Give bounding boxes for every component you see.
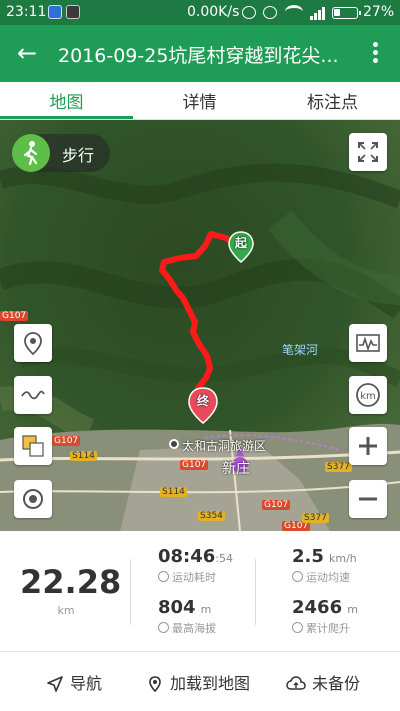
tab-details[interactable]: 详情 [133, 88, 266, 113]
active-tab-indicator [0, 116, 133, 119]
speed-stat: 2.5 km/h 运动均速 [292, 546, 357, 585]
load-to-map-label: 加载到地图 [170, 674, 251, 693]
start-marker-label: 起 [235, 236, 248, 250]
wave-icon [21, 390, 45, 400]
total-distance-unit: km [57, 604, 75, 617]
backup-label: 未备份 [312, 674, 361, 693]
km-marker-button[interactable]: km [349, 376, 387, 414]
navigate-button[interactable]: 导航 [46, 670, 102, 694]
road-label: G107 [262, 500, 291, 510]
status-time: 23:11 [6, 4, 47, 20]
backup-button[interactable]: 未备份 [286, 670, 360, 694]
tab-markers[interactable]: 标注点 [266, 88, 399, 113]
road-label: S114 [70, 451, 97, 461]
travel-mode-label: 步行 [62, 146, 95, 165]
fullscreen-button[interactable] [349, 133, 387, 171]
speed-unit: km/h [328, 552, 357, 565]
climb-value: 2466 [292, 597, 343, 618]
wifi-icon [285, 5, 303, 19]
minus-icon [359, 497, 377, 501]
battery-icon [332, 7, 361, 19]
speed-label: 运动均速 [306, 571, 350, 584]
travel-mode-selector[interactable]: 步行 [12, 134, 110, 172]
navigation-arrow-icon [47, 676, 63, 692]
altitude-label: 最高海拔 [172, 622, 216, 635]
map-view[interactable]: 起 终 笔架河 太和古洞旅游区 新庄 G107 G107 S114 G107 S… [0, 120, 400, 531]
total-distance: 22.28 [20, 563, 122, 601]
network-speed: 0.00K/s [187, 4, 240, 20]
walking-icon [12, 134, 50, 172]
signal-icon [310, 6, 326, 20]
sync-icon [263, 6, 277, 19]
altitude-value: 804 [158, 597, 196, 618]
duration-value: 08:46 [158, 546, 216, 567]
fullscreen-icon [358, 142, 378, 162]
more-options-icon[interactable] [365, 39, 385, 69]
climb-unit: m [347, 603, 358, 616]
road-label: G107 [180, 460, 209, 470]
mountain-icon [158, 622, 169, 633]
cloud-upload-icon [286, 676, 306, 690]
road-label: G107 [52, 436, 81, 446]
map-pin-icon [24, 332, 42, 356]
app-notification-icon-2 [66, 5, 80, 19]
load-to-map-button[interactable]: 加载到地图 [146, 670, 250, 694]
bottom-action-bar: 导航 加载到地图 未备份 [0, 651, 400, 711]
elevation-chart-button[interactable] [349, 324, 387, 362]
track-stats-panel: 22.28 km 08:46:54 运动耗时 2.5 km/h 运动均速 804… [0, 531, 400, 651]
duration-stat: 08:46:54 运动耗时 [158, 546, 233, 585]
status-bar: 23:11 0.00K/s 27% [0, 0, 400, 25]
altitude-unit: m [200, 603, 212, 616]
end-marker-label: 终 [197, 394, 210, 408]
locate-me-button[interactable] [14, 480, 52, 518]
svg-text:km: km [360, 391, 376, 402]
app-notification-icon [48, 5, 62, 19]
climb-label: 累计爬升 [306, 622, 350, 635]
battery-percent: 27% [363, 4, 395, 20]
alarm-icon [242, 6, 256, 19]
divider [255, 559, 256, 625]
place-river: 笔架河 [282, 343, 319, 357]
road-label: S377 [302, 513, 329, 523]
place-town: 新庄 [222, 461, 250, 477]
tab-map[interactable]: 地图 [0, 88, 133, 113]
app-toolbar: ← 2016-09-25坑尾村穿越到花尖... [0, 25, 400, 82]
tab-bar: 地图 详情 标注点 [0, 82, 400, 120]
target-icon [23, 489, 43, 509]
climb-icon [292, 622, 303, 633]
clock-icon [158, 571, 169, 582]
km-icon: km [356, 383, 380, 407]
page-title: 2016-09-25坑尾村穿越到花尖... [58, 45, 339, 67]
road-label: S377 [325, 462, 352, 472]
back-arrow-icon[interactable]: ← [12, 39, 42, 69]
road-label: S354 [198, 511, 225, 521]
road-label: G107 [0, 311, 29, 321]
chart-icon [356, 334, 380, 352]
plus-icon [359, 437, 377, 455]
navigate-label: 导航 [70, 674, 103, 693]
max-altitude-stat: 804 m 最高海拔 [158, 597, 216, 636]
map-pin-icon [149, 676, 161, 693]
duration-seconds: :54 [215, 552, 233, 565]
speed-value: 2.5 [292, 546, 324, 567]
divider [130, 559, 131, 625]
location-pin-button[interactable] [14, 324, 52, 362]
layers-button[interactable] [14, 427, 52, 465]
speed-icon [292, 571, 303, 582]
contour-toggle-button[interactable] [14, 376, 52, 414]
zoom-in-button[interactable] [349, 427, 387, 465]
layers-icon [22, 435, 44, 457]
zoom-out-button[interactable] [349, 480, 387, 518]
place-scenic: 太和古洞旅游区 [182, 439, 267, 453]
duration-label: 运动耗时 [172, 571, 216, 584]
road-label: S114 [160, 487, 187, 497]
climb-stat: 2466 m 累计爬升 [292, 597, 358, 636]
